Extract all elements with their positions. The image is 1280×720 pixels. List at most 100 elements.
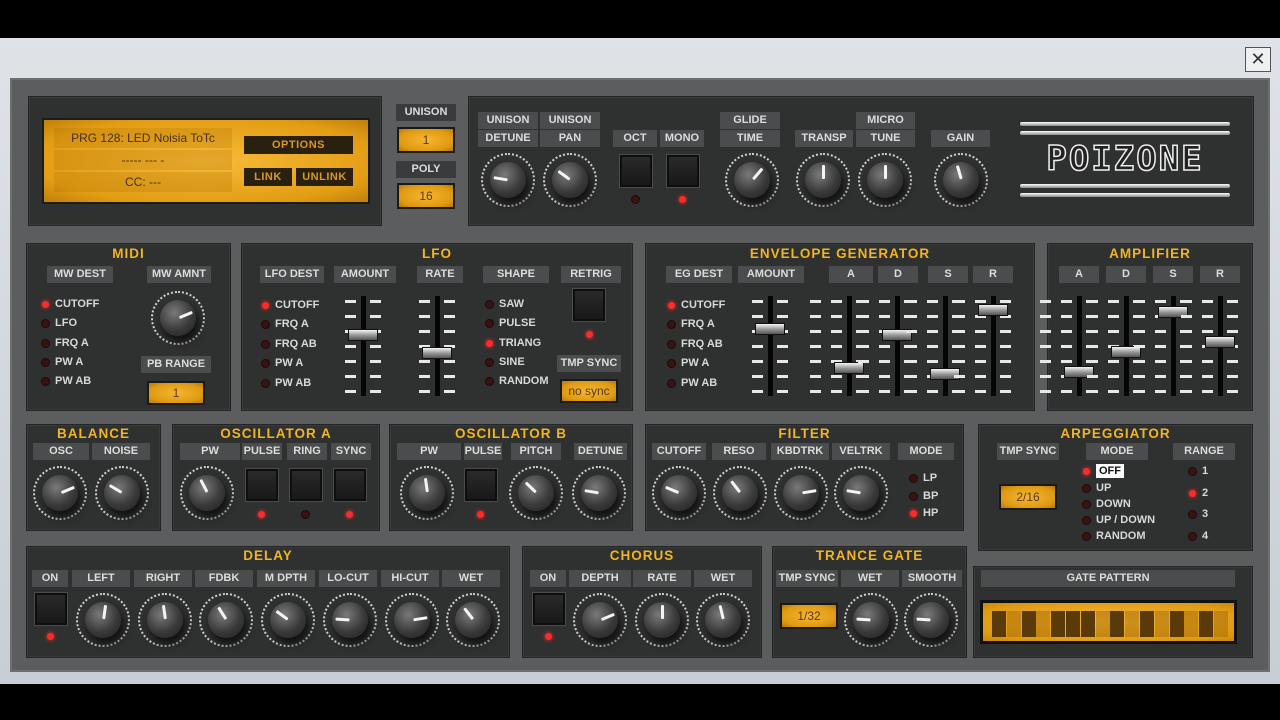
osc-b-pw-knob[interactable] — [400, 466, 454, 520]
filter-veltrk-knob[interactable] — [834, 466, 888, 520]
lfo-shape-option[interactable]: RANDOM — [499, 374, 549, 388]
gate-pattern-editor[interactable] — [980, 600, 1237, 644]
gain-knob[interactable] — [934, 153, 988, 207]
slider-handle[interactable] — [1205, 335, 1235, 348]
arp-mode-option[interactable]: DOWN — [1096, 497, 1131, 511]
lfo-dest-option[interactable]: FRQ AB — [275, 337, 317, 351]
close-icon[interactable]: ✕ — [1245, 47, 1271, 72]
gate-step[interactable] — [1214, 611, 1228, 637]
program-name[interactable]: PRG 128: LED Noisia ToTc — [54, 128, 232, 148]
delay-left-knob[interactable] — [76, 593, 130, 647]
eg-amount-slider[interactable] — [748, 296, 792, 396]
filter-cutoff-knob[interactable] — [652, 466, 706, 520]
mw-dest-option[interactable]: FRQ A — [55, 336, 89, 350]
filter-mode-option[interactable]: BP — [923, 489, 938, 503]
gate-step[interactable] — [1184, 611, 1199, 637]
delay-m-dpth-knob[interactable] — [261, 593, 315, 647]
arp-range-option[interactable]: 4 — [1202, 529, 1208, 543]
unlink-button[interactable]: UNLINK — [296, 168, 353, 186]
lfo-dest-option[interactable]: PW AB — [275, 376, 311, 390]
gate-step[interactable] — [1021, 611, 1036, 637]
mw-amount-knob[interactable] — [151, 291, 205, 345]
delay-on-button[interactable] — [35, 593, 67, 625]
unison-pan-knob[interactable] — [543, 153, 597, 207]
eg-dest-option[interactable]: PW AB — [681, 376, 717, 390]
oct-button[interactable] — [620, 155, 652, 187]
gate-step[interactable] — [1169, 611, 1184, 637]
mw-dest-option[interactable]: LFO — [55, 316, 77, 330]
gate-step[interactable] — [992, 611, 1006, 637]
chorus-on-button[interactable] — [533, 593, 565, 625]
polyphony-field[interactable]: 16 — [397, 183, 455, 209]
unison-detune-knob[interactable] — [481, 153, 535, 207]
eg-dest-option[interactable]: CUTOFF — [681, 298, 725, 312]
arp-tmp-sync-field[interactable]: 2/16 — [999, 484, 1057, 510]
micro-tune-knob[interactable] — [858, 153, 912, 207]
filter-reso-knob[interactable] — [713, 466, 767, 520]
lfo-shape-option[interactable]: TRIANG — [499, 336, 541, 350]
lfo-dest-option[interactable]: PW A — [275, 356, 303, 370]
arp-range-option[interactable]: 3 — [1202, 507, 1208, 521]
lfo-dest-option[interactable]: CUTOFF — [275, 298, 319, 312]
osc-a-sync-button[interactable] — [334, 469, 366, 501]
slider-handle[interactable] — [422, 346, 452, 359]
osc-b-detune-knob[interactable] — [572, 466, 626, 520]
arp-mode-option[interactable]: OFF — [1096, 464, 1124, 478]
arp-range-option[interactable]: 2 — [1202, 486, 1208, 500]
unison-voices-field[interactable]: 1 — [397, 127, 455, 153]
arp-range-option[interactable]: 1 — [1202, 464, 1208, 478]
arp-mode-option[interactable]: RANDOM — [1096, 529, 1146, 543]
eg-dest-option[interactable]: FRQ AB — [681, 337, 723, 351]
trance-gate-smooth-knob[interactable] — [904, 593, 958, 647]
options-button[interactable]: OPTIONS — [244, 136, 353, 154]
gate-step[interactable] — [1051, 611, 1066, 637]
osc-b-pitch-knob[interactable] — [509, 466, 563, 520]
filter-kbdtrk-knob[interactable] — [774, 466, 828, 520]
gate-step[interactable] — [1154, 611, 1169, 637]
eg-r-slider[interactable] — [954, 296, 1015, 396]
gate-step[interactable] — [1110, 611, 1125, 637]
slider-handle[interactable] — [834, 361, 864, 374]
osc-a-pw-knob[interactable] — [180, 466, 234, 520]
glide-time-knob[interactable] — [725, 153, 779, 207]
gate-step[interactable] — [1066, 611, 1080, 637]
lfo-shape-option[interactable]: SAW — [499, 297, 524, 311]
osc-b-pulse-button[interactable] — [465, 469, 497, 501]
eg-dest-option[interactable]: FRQ A — [681, 317, 715, 331]
mw-dest-option[interactable]: CUTOFF — [55, 297, 99, 311]
lfo-dest-option[interactable]: FRQ A — [275, 317, 309, 331]
lfo-tmp-sync-field[interactable]: no sync — [560, 379, 618, 403]
amp-r-slider[interactable] — [1181, 296, 1242, 396]
lfo-shape-option[interactable]: SINE — [499, 355, 525, 369]
mw-dest-option[interactable]: PW A — [55, 355, 83, 369]
gate-step[interactable] — [1125, 611, 1140, 637]
lfo-retrig-button[interactable] — [573, 289, 605, 321]
eg-dest-option[interactable]: PW A — [681, 356, 709, 370]
delay-hi-cut-knob[interactable] — [385, 593, 439, 647]
delay-wet-knob[interactable] — [446, 593, 500, 647]
lfo-amount-slider[interactable] — [341, 296, 385, 396]
gate-step[interactable] — [1036, 611, 1051, 637]
gate-step[interactable] — [1140, 611, 1154, 637]
delay-lo-cut-knob[interactable] — [323, 593, 377, 647]
osc-a-ring-button[interactable] — [290, 469, 322, 501]
slider-handle[interactable] — [348, 328, 378, 341]
filter-mode-option[interactable]: LP — [923, 471, 937, 485]
gate-step[interactable] — [1080, 611, 1095, 637]
filter-mode-option[interactable]: HP — [923, 506, 938, 520]
slider-handle[interactable] — [755, 322, 785, 335]
balance-osc-knob[interactable] — [33, 466, 87, 520]
chorus-rate-knob[interactable] — [635, 593, 689, 647]
gate-step[interactable] — [1006, 611, 1021, 637]
slider-handle[interactable] — [978, 303, 1008, 316]
pb-range-field[interactable]: 1 — [147, 381, 205, 405]
lfo-shape-option[interactable]: PULSE — [499, 316, 536, 330]
mono-button[interactable] — [667, 155, 699, 187]
balance-noise-knob[interactable] — [95, 466, 149, 520]
chorus-depth-knob[interactable] — [573, 593, 627, 647]
arp-mode-option[interactable]: UP / DOWN — [1096, 513, 1155, 527]
chorus-wet-knob[interactable] — [696, 593, 750, 647]
arp-mode-option[interactable]: UP — [1096, 481, 1111, 495]
lfo-rate-slider[interactable] — [415, 296, 459, 396]
transpose-knob[interactable] — [796, 153, 850, 207]
